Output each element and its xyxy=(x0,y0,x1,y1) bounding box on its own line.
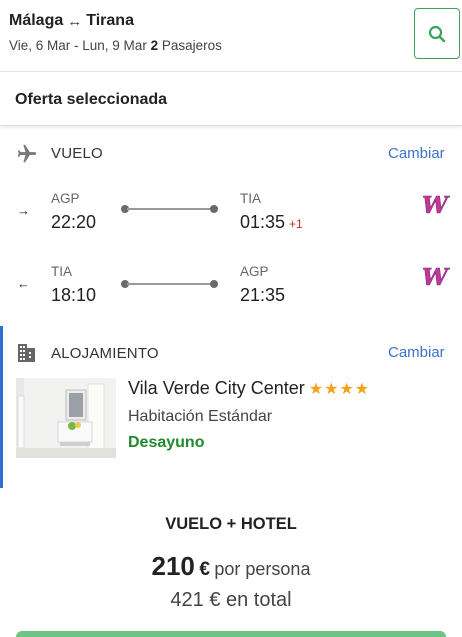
airline-logo-text: W xyxy=(422,193,450,217)
search-icon xyxy=(428,25,446,42)
search-summary-header[interactable]: Málaga ↔ Tirana Vie, 6 Mar - Lun, 9 Mar … xyxy=(0,0,462,72)
route-end-dot xyxy=(210,280,218,288)
total-price-line: 421 € en total xyxy=(0,589,462,612)
hotel-name-row: Vila Verde City Center ★★★★ xyxy=(128,378,370,399)
flight-section-label: VUELO xyxy=(51,145,103,162)
round-trip-arrow-icon: ↔ xyxy=(67,12,83,30)
arrival-airport-code: AGP xyxy=(240,264,269,279)
airline-logo-icon: W xyxy=(422,265,451,289)
departure-airport-code: TIA xyxy=(51,264,73,279)
route-line xyxy=(127,283,215,285)
room-type: Habitación Estándar xyxy=(128,408,273,425)
route-end-dot xyxy=(210,205,218,213)
board-type: Desayuno xyxy=(128,434,205,451)
hotel-room-image xyxy=(16,378,116,458)
departure-airport-code: AGP xyxy=(51,191,80,206)
price-per-person-line: 210 € por persona xyxy=(0,551,462,582)
total-label: € en total xyxy=(209,589,292,611)
passenger-count: 2 xyxy=(150,38,159,53)
change-hotel-link[interactable]: Cambiar xyxy=(388,344,445,361)
hotel-photo[interactable] xyxy=(16,378,116,458)
selected-offer-title: Oferta seleccionada xyxy=(15,91,168,108)
origin-city: Málaga xyxy=(9,12,64,29)
price-currency: € xyxy=(199,559,210,580)
arrival-airport-code: TIA xyxy=(240,191,262,206)
building-icon xyxy=(18,344,35,362)
continue-button[interactable] xyxy=(16,631,446,637)
departure-time: 18:10 xyxy=(51,285,97,305)
route-line xyxy=(127,208,215,210)
airline-logo-icon: W xyxy=(422,193,451,217)
route-title: Málaga ↔ Tirana xyxy=(9,12,134,30)
departure-time: 22:20 xyxy=(51,212,97,232)
total-amount: 421 xyxy=(170,589,204,611)
package-title: VUELO + HOTEL xyxy=(165,515,297,533)
price-per-person: 210 xyxy=(151,551,195,581)
hotel-star-rating: ★★★★ xyxy=(308,380,371,398)
plane-icon xyxy=(17,144,37,163)
selected-offer-bar: Oferta seleccionada xyxy=(0,72,462,126)
airline-logo-text: W xyxy=(422,265,450,289)
per-person-label: por persona xyxy=(214,559,311,579)
outbound-arrow-icon: → xyxy=(17,203,30,218)
trip-details: Vie, 6 Mar - Lun, 9 Mar 2 Pasajeros xyxy=(9,38,222,53)
accommodation-section-label: ALOJAMIENTO xyxy=(51,345,159,362)
destination-city: Tirana xyxy=(86,12,134,29)
passenger-label: Pasajeros xyxy=(161,38,222,53)
inbound-arrow-icon: ← xyxy=(17,276,30,291)
outbound-flight-row: → AGP 22:20 TIA 01:35 +1 W xyxy=(0,188,462,248)
arrival-time-block: 01:35 +1 xyxy=(240,212,303,233)
next-day-badge: +1 xyxy=(289,217,303,231)
search-button[interactable] xyxy=(414,8,460,59)
arrival-time: 21:35 xyxy=(240,285,286,305)
arrival-time: 01:35 xyxy=(240,212,286,232)
inbound-flight-row: ← TIA 18:10 AGP 21:35 W xyxy=(0,262,462,322)
hotel-name[interactable]: Vila Verde City Center xyxy=(128,378,305,399)
change-flight-link[interactable]: Cambiar xyxy=(388,145,445,162)
trip-dates: Vie, 6 Mar - Lun, 9 Mar xyxy=(9,38,147,53)
